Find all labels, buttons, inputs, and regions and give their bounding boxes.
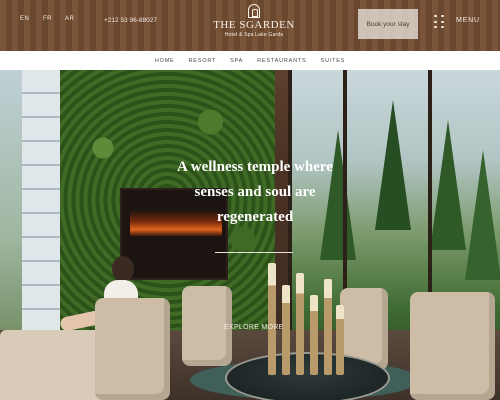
grid-menu-icon[interactable] bbox=[434, 15, 444, 29]
tree bbox=[465, 150, 500, 280]
candle bbox=[268, 263, 276, 375]
logo-name: THE SGARDEN bbox=[213, 19, 295, 31]
explore-more-link[interactable]: EXPLORE MORE bbox=[224, 324, 284, 331]
language-en[interactable]: EN bbox=[20, 16, 29, 22]
nav-item-resort[interactable]: RESORT bbox=[189, 58, 217, 64]
candle bbox=[296, 273, 304, 375]
nav-item-restaurants[interactable]: RESTAURANTS bbox=[257, 58, 306, 64]
hero-headline: A wellness temple where senses and soul … bbox=[177, 159, 333, 225]
phone-number[interactable]: +212 53 96-88027 bbox=[104, 17, 157, 24]
armchair bbox=[95, 298, 170, 400]
candle bbox=[324, 279, 332, 375]
left-window-frame bbox=[22, 70, 60, 340]
language-ar[interactable]: AR bbox=[65, 16, 74, 22]
candle-holders bbox=[262, 255, 347, 375]
menu-button[interactable]: MENU bbox=[456, 17, 480, 24]
armchair bbox=[410, 292, 495, 400]
headline-divider bbox=[215, 252, 293, 253]
nav-item-suites[interactable]: SUITES bbox=[321, 58, 346, 64]
main-navigation: HOME RESORT SPA RESTAURANTS SUITES bbox=[0, 51, 500, 70]
book-your-stay-button[interactable]: Book your stay bbox=[358, 9, 418, 39]
candle bbox=[310, 295, 318, 375]
nav-item-spa[interactable]: SPA bbox=[230, 58, 243, 64]
candle bbox=[336, 305, 344, 375]
nav-item-home[interactable]: HOME bbox=[155, 58, 175, 64]
hotel-logo[interactable]: THE SGARDEN Hotel & Spa Lake Garda bbox=[213, 4, 295, 38]
language-fr[interactable]: FR bbox=[43, 16, 52, 22]
guest-head bbox=[112, 256, 134, 282]
tree bbox=[375, 100, 411, 230]
logo-tower-icon bbox=[248, 4, 260, 18]
tree bbox=[430, 120, 466, 250]
top-header: EN FR AR +212 53 96-88027 THE SGARDEN Ho… bbox=[0, 0, 500, 48]
logo-subtitle: Hotel & Spa Lake Garda bbox=[224, 32, 284, 38]
